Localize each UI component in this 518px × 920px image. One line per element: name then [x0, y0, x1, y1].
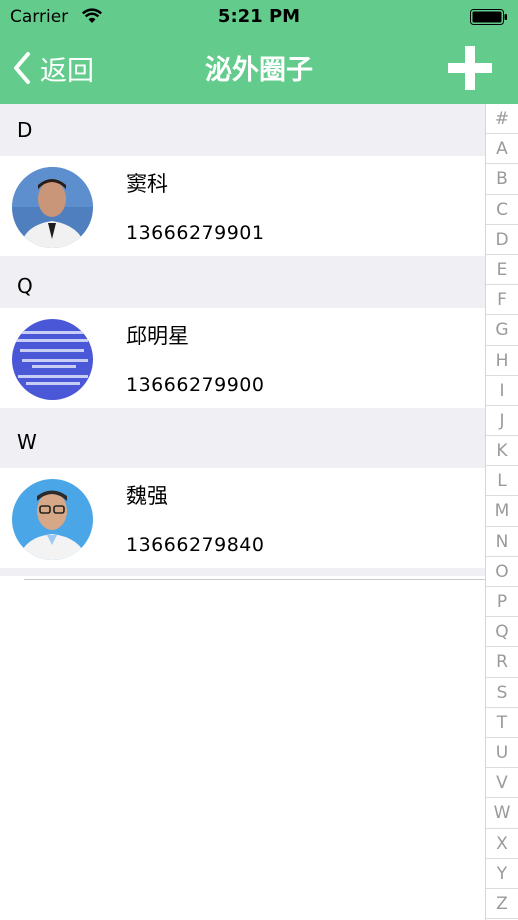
index-letter[interactable]: B — [486, 164, 518, 195]
section-index-bar[interactable]: # A B C D E F G H I J K L M N O P Q R S T U V W X Y Z — [485, 104, 518, 920]
index-letter[interactable]: X — [486, 829, 518, 859]
contact-name: 魏强 — [126, 484, 168, 508]
section-header-q: Q — [0, 264, 486, 308]
index-letter[interactable]: S — [486, 678, 518, 708]
index-letter[interactable]: L — [486, 466, 518, 497]
contact-list: D 窦科 13666279901 Q 邱明星 13666279900 W 魏强 … — [0, 104, 486, 576]
section-header-d: D — [0, 104, 486, 156]
section-letter: D — [17, 118, 33, 142]
status-bar: Carrier 5:21 PM — [0, 0, 518, 34]
index-letter[interactable]: O — [486, 557, 518, 587]
index-letter[interactable]: M — [486, 496, 518, 527]
contact-row[interactable]: 魏强 13666279840 — [0, 468, 486, 568]
index-letter[interactable]: H — [486, 346, 518, 376]
contact-phone: 13666279900 — [126, 374, 265, 396]
avatar — [12, 479, 93, 560]
section-gap — [0, 408, 486, 416]
index-letter[interactable]: Z — [486, 889, 518, 920]
index-letter[interactable]: W — [486, 798, 518, 829]
index-letter[interactable]: U — [486, 738, 518, 769]
index-letter[interactable]: T — [486, 708, 518, 738]
index-letter[interactable]: P — [486, 587, 518, 618]
index-letter[interactable]: N — [486, 527, 518, 557]
index-letter[interactable]: G — [486, 315, 518, 346]
status-time: 5:21 PM — [217, 6, 301, 27]
index-letter[interactable]: D — [486, 225, 518, 255]
index-letter[interactable]: K — [486, 436, 518, 467]
page-title: 泌外圈子 — [205, 55, 313, 86]
index-letter[interactable]: A — [486, 134, 518, 165]
index-letter[interactable]: J — [486, 406, 518, 437]
contact-name: 邱明星 — [126, 324, 189, 348]
avatar — [12, 167, 93, 248]
header: Carrier 5:21 PM 返回 泌外圈子 — [0, 0, 518, 104]
section-letter: W — [17, 430, 37, 454]
contact-phone: 13666279840 — [126, 534, 265, 556]
avatar — [12, 319, 93, 400]
index-letter[interactable]: C — [486, 195, 518, 225]
battery-icon — [470, 9, 507, 25]
contact-row[interactable]: 窦科 13666279901 — [0, 156, 486, 256]
section-gap — [0, 568, 486, 576]
contact-row[interactable]: 邱明星 13666279900 — [0, 308, 486, 408]
index-letter[interactable]: E — [486, 255, 518, 286]
index-letter[interactable]: Q — [486, 617, 518, 648]
index-letter[interactable]: I — [486, 376, 518, 406]
index-letter[interactable]: # — [486, 104, 518, 135]
section-header-w: W — [0, 416, 486, 468]
index-letter[interactable]: V — [486, 768, 518, 799]
index-letter[interactable]: R — [486, 647, 518, 678]
section-letter: Q — [17, 274, 33, 298]
add-icon[interactable] — [446, 44, 494, 92]
list-divider — [24, 579, 486, 580]
section-gap — [0, 256, 486, 264]
contact-name: 窦科 — [126, 172, 168, 196]
index-letter[interactable]: Y — [486, 859, 518, 889]
index-letter[interactable]: F — [486, 285, 518, 316]
navigation-bar: 返回 泌外圈子 — [0, 34, 518, 104]
contact-phone: 13666279901 — [126, 222, 265, 244]
